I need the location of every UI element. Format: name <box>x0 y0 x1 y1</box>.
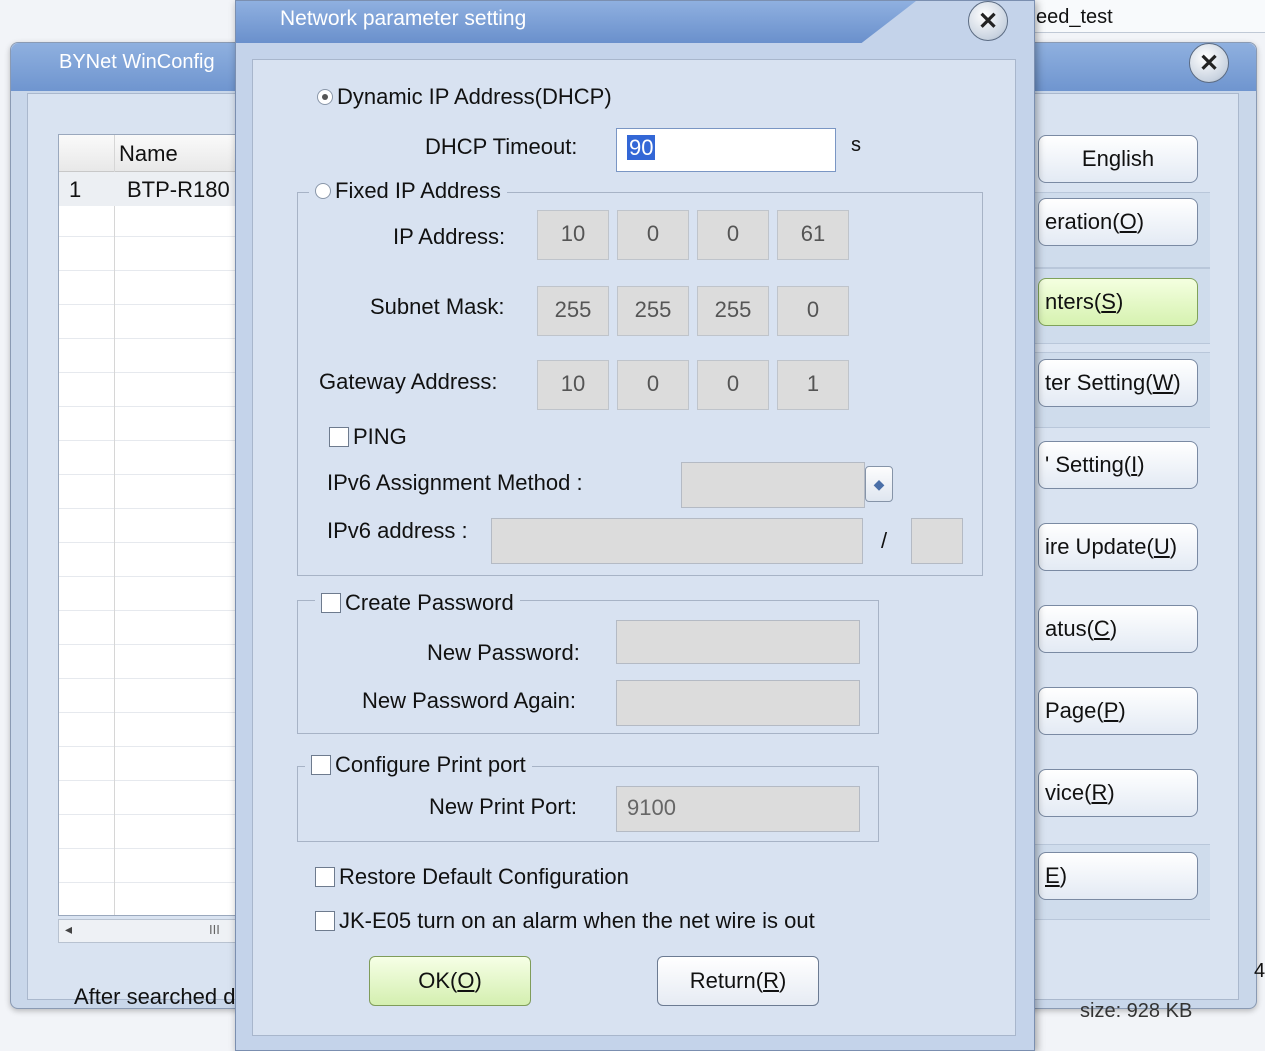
configure-print-port-label: Configure Print port <box>335 752 526 777</box>
configure-print-port-checkbox[interactable]: Configure Print port <box>305 752 532 778</box>
ping-checkbox-box[interactable] <box>329 427 349 447</box>
ipv6-address-input[interactable] <box>491 518 863 564</box>
ipv6-prefix-input[interactable] <box>911 518 963 564</box>
background-window-title: BYNet WinConfig <box>59 51 215 73</box>
net-wire-alarm-label: JK-E05 turn on an alarm when the net wir… <box>339 908 815 933</box>
net-wire-alarm-checkbox-box[interactable] <box>315 911 335 931</box>
operation-button[interactable]: eration(O) <box>1038 198 1198 246</box>
grid-row-name: BTP-R180 <box>127 177 230 202</box>
firmware-update-button[interactable]: ire Update(U) <box>1038 523 1198 571</box>
new-password-again-input[interactable] <box>616 680 860 726</box>
dhcp-timeout-input[interactable]: 90 <box>616 128 836 172</box>
new-password-again-label: New Password Again: <box>362 688 576 713</box>
fixed-ip-radio-indicator[interactable] <box>315 183 331 199</box>
grid-column-separator <box>114 135 115 915</box>
printer-list-grid[interactable]: Name 1 BTP-R180 <box>58 134 250 916</box>
status-button[interactable]: atus(C) <box>1038 605 1198 653</box>
background-close-button[interactable]: ✕ <box>1189 43 1229 83</box>
grid-row-index: 1 <box>69 177 82 202</box>
ping-label: PING <box>353 424 407 449</box>
search-printers-button[interactable]: nters(S) <box>1038 278 1198 326</box>
file-size-text: size: 928 KB <box>1080 1000 1193 1022</box>
background-status-text: After searched d <box>74 984 236 1009</box>
ipv6-prefix-separator: / <box>881 528 888 553</box>
close-icon: ✕ <box>1198 49 1220 77</box>
exit-button[interactable]: E) <box>1038 852 1198 900</box>
web-page-button[interactable]: Page(P) <box>1038 687 1198 735</box>
configure-print-port-checkbox-box[interactable] <box>311 755 331 775</box>
grid-horizontal-scrollbar[interactable]: ◂ III <box>58 919 250 943</box>
gateway-octet[interactable]: 10 <box>537 360 609 410</box>
ip-octet[interactable]: 10 <box>537 210 609 260</box>
ping-checkbox[interactable]: PING <box>329 424 407 450</box>
printer-setting-button[interactable]: ter Setting(W) <box>1038 359 1198 407</box>
ip-address-label: IP Address: <box>393 224 506 249</box>
ip-octet[interactable]: 0 <box>697 210 769 260</box>
restore-default-checkbox[interactable]: Restore Default Configuration <box>315 864 629 890</box>
mask-octet[interactable]: 255 <box>697 286 769 336</box>
create-password-checkbox-box[interactable] <box>321 593 341 613</box>
restore-default-checkbox-box[interactable] <box>315 867 335 887</box>
gateway-octet[interactable]: 0 <box>617 360 689 410</box>
reset-device-button[interactable]: vice(R) <box>1038 769 1198 817</box>
mask-octet[interactable]: 0 <box>777 286 849 336</box>
restore-default-label: Restore Default Configuration <box>339 864 629 889</box>
dhcp-timeout-label: DHCP Timeout: <box>425 134 578 159</box>
background-tab-label[interactable]: eed_test <box>1036 6 1113 29</box>
dialog-title: Network parameter setting <box>280 7 527 30</box>
dhcp-radio[interactable]: Dynamic IP Address(DHCP) <box>317 84 612 110</box>
create-password-checkbox[interactable]: Create Password <box>315 590 520 616</box>
new-print-port-label: New Print Port: <box>429 794 577 819</box>
gateway-label: Gateway Address: <box>319 369 498 394</box>
ip-address-field[interactable]: 10 0 0 61 <box>537 210 849 260</box>
new-password-label: New Password: <box>427 640 580 665</box>
ip-octet[interactable]: 0 <box>617 210 689 260</box>
dialog-body: Dynamic IP Address(DHCP) DHCP Timeout: 9… <box>252 59 1016 1036</box>
dhcp-radio-indicator[interactable] <box>317 89 333 105</box>
ip-octet[interactable]: 61 <box>777 210 849 260</box>
return-button[interactable]: Return(R) <box>657 956 819 1006</box>
mask-octet[interactable]: 255 <box>617 286 689 336</box>
dhcp-radio-label: Dynamic IP Address(DHCP) <box>337 84 612 109</box>
subnet-mask-label: Subnet Mask: <box>370 294 505 319</box>
fixed-ip-radio-label: Fixed IP Address <box>335 178 501 203</box>
gateway-octet[interactable]: 0 <box>697 360 769 410</box>
language-english-button[interactable]: English <box>1038 135 1198 183</box>
ipv6-method-label: IPv6 Assignment Method : <box>327 470 583 495</box>
net-wire-alarm-checkbox[interactable]: JK-E05 turn on an alarm when the net wir… <box>315 908 815 934</box>
scroll-grip[interactable]: III <box>209 922 220 937</box>
new-password-input[interactable] <box>616 620 860 664</box>
close-icon: ✕ <box>977 7 999 35</box>
network-parameter-dialog: Network parameter setting ✕ Dynamic IP A… <box>235 0 1035 1051</box>
dialog-close-button[interactable]: ✕ <box>968 1 1008 41</box>
chevron-up-down-icon[interactable]: ◆ <box>865 466 893 502</box>
new-print-port-input[interactable]: 9100 <box>616 786 860 832</box>
ipv6-address-label: IPv6 address : <box>327 518 468 543</box>
gateway-field[interactable]: 10 0 0 1 <box>537 360 849 410</box>
create-password-label: Create Password <box>345 590 514 615</box>
edge-text: 4! <box>1254 960 1265 982</box>
gateway-octet[interactable]: 1 <box>777 360 849 410</box>
dhcp-timeout-unit: s <box>851 134 861 156</box>
ipv6-method-select[interactable] <box>681 462 865 508</box>
ok-button[interactable]: OK(O) <box>369 956 531 1006</box>
grid-header-name[interactable]: Name <box>119 141 178 167</box>
mask-octet[interactable]: 255 <box>537 286 609 336</box>
fixed-ip-radio[interactable]: Fixed IP Address <box>309 178 507 204</box>
scroll-left-arrow-icon[interactable]: ◂ <box>65 921 72 938</box>
subnet-mask-field[interactable]: 255 255 255 0 <box>537 286 849 336</box>
ip-setting-button[interactable]: ' Setting(I) <box>1038 441 1198 489</box>
dhcp-timeout-value: 90 <box>627 135 656 160</box>
